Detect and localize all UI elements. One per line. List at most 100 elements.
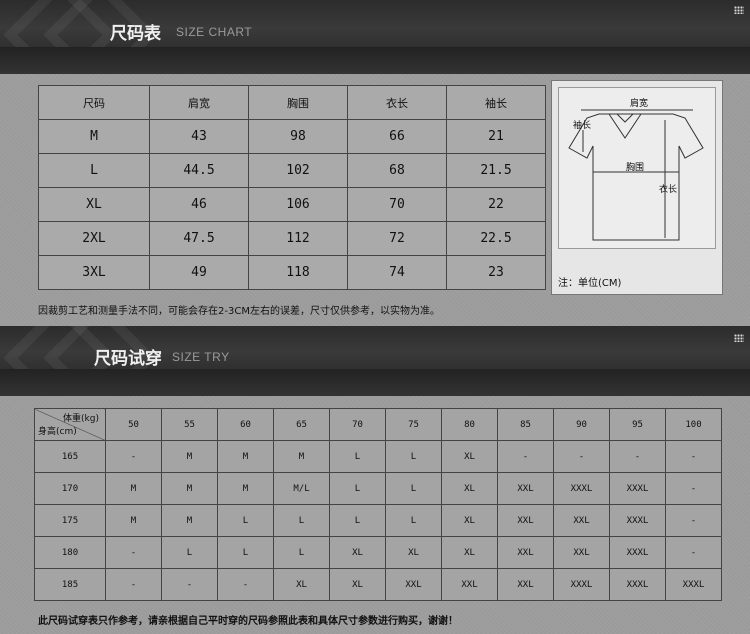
table-cell: 112 (248, 221, 348, 256)
table-cell: M (38, 119, 150, 154)
size-cell: XXL (497, 504, 554, 537)
dots-icon (734, 6, 744, 14)
measurement-note: 因裁剪工艺和测量手法不同，可能会存在2-3CM左右的误差，尺寸仅供参考，以实物为… (38, 306, 440, 317)
size-cell: XXXL (665, 568, 722, 601)
size-cell: L (217, 504, 274, 537)
size-cell: M (273, 440, 330, 473)
table-cell: 98 (248, 119, 348, 154)
length-label: 衣长 (659, 183, 677, 195)
size-cell: - (105, 568, 162, 601)
table-cell: 106 (248, 187, 348, 222)
table-cell: 70 (347, 187, 447, 222)
table-cell: L (38, 153, 150, 188)
size-cell: XL (385, 536, 442, 569)
measurement-diagram: 肩宽 袖长 胸围 衣长 注：单位(CM) (551, 80, 723, 295)
header-cell: 肩宽 (149, 85, 249, 120)
weight-label: 体重(kg) (63, 414, 99, 424)
table-row: XL 46 106 70 22 (38, 187, 546, 222)
weight-header-cell: 95 (609, 408, 666, 441)
size-cell: - (665, 440, 722, 473)
banner-underline (0, 47, 750, 74)
table-row: 180 - L L L XL XL XL XXL XXL XXXL - (34, 536, 722, 569)
weight-header-cell: 85 (497, 408, 554, 441)
table-cell: 66 (347, 119, 447, 154)
header-cell: 袖长 (446, 85, 546, 120)
size-chart-banner: 尺码表 SIZE CHART (0, 0, 750, 47)
weight-header-cell: 90 (553, 408, 610, 441)
size-cell: XXL (553, 504, 610, 537)
table-cell: 44.5 (149, 153, 249, 188)
size-cell: XXXL (609, 568, 666, 601)
size-cell: - (665, 472, 722, 505)
size-cell: XXL (497, 568, 554, 601)
table-row: 185 - - - XL XL XXL XXL XXL XXXL XXXL XX… (34, 568, 722, 601)
size-cell: L (385, 440, 442, 473)
size-chart-table: 尺码 肩宽 胸围 衣长 袖长 M 43 98 66 21 L 44.5 102 … (38, 85, 546, 290)
size-cell: M (217, 472, 274, 505)
table-cell: 21 (446, 119, 546, 154)
weight-header-cell: 80 (441, 408, 498, 441)
table-cell: 43 (149, 119, 249, 154)
table-cell: 68 (347, 153, 447, 188)
height-cell: 185 (34, 568, 106, 601)
table-row: M 43 98 66 21 (38, 119, 546, 154)
table-cell: 22 (446, 187, 546, 222)
size-cell: XXL (553, 536, 610, 569)
size-cell: XXXL (553, 568, 610, 601)
size-cell: - (609, 440, 666, 473)
table-cell: XL (38, 187, 150, 222)
height-label: 身高(cm) (38, 427, 77, 437)
size-cell: - (497, 440, 554, 473)
size-cell: L (329, 504, 386, 537)
table-cell: 74 (347, 255, 447, 290)
size-cell: XXL (441, 568, 498, 601)
table-cell: 49 (149, 255, 249, 290)
size-cell: XL (273, 568, 330, 601)
size-cell: XXL (385, 568, 442, 601)
size-try-banner: 尺码试穿 SIZE TRY (0, 326, 750, 369)
table-row: 2XL 47.5 112 72 22.5 (38, 221, 546, 256)
shirt-diagram-icon: 肩宽 袖长 胸围 衣长 (568, 97, 704, 241)
diagram-frame: 肩宽 袖长 胸围 衣长 (558, 87, 716, 249)
size-cell: XL (329, 536, 386, 569)
table-cell: 72 (347, 221, 447, 256)
header-cell: 胸围 (248, 85, 348, 120)
dots-icon (734, 334, 744, 342)
size-cell: M (105, 504, 162, 537)
size-cell: XXL (497, 472, 554, 505)
header-cell: 尺码 (38, 85, 150, 120)
size-cell: XXXL (609, 536, 666, 569)
size-cell: - (105, 536, 162, 569)
size-cell: M (105, 472, 162, 505)
size-cell: M (161, 472, 218, 505)
table-cell: 46 (149, 187, 249, 222)
table-row: 3XL 49 118 74 23 (38, 255, 546, 290)
size-cell: M (161, 440, 218, 473)
banner-underline (0, 369, 750, 396)
weight-header-cell: 55 (161, 408, 218, 441)
shoulder-label: 肩宽 (630, 97, 648, 109)
weight-header-cell: 70 (329, 408, 386, 441)
weight-header-cell: 50 (105, 408, 162, 441)
size-cell: - (217, 568, 274, 601)
table-cell: 118 (248, 255, 348, 290)
size-try-note: 此尺码试穿表只作参考，请亲根据自己平时穿的尺码参照此表和具体尺寸参数进行购买，谢… (38, 616, 458, 627)
size-cell: XL (441, 504, 498, 537)
section-title: 尺码试穿 (94, 349, 162, 369)
height-cell: 165 (34, 440, 106, 473)
size-cell: XL (441, 440, 498, 473)
section-title: 尺码表 (110, 24, 161, 44)
size-cell: L (217, 536, 274, 569)
weight-header-cell: 60 (217, 408, 274, 441)
table-cell: 21.5 (446, 153, 546, 188)
height-cell: 180 (34, 536, 106, 569)
size-cell: L (385, 472, 442, 505)
section-subtitle: SIZE CHART (176, 25, 253, 39)
table-cell: 22.5 (446, 221, 546, 256)
size-cell: L (161, 536, 218, 569)
height-cell: 175 (34, 504, 106, 537)
chest-label: 胸围 (626, 161, 644, 173)
unit-note: 注：单位(CM) (558, 278, 622, 289)
table-cell: 3XL (38, 255, 150, 290)
size-cell: XXXL (609, 472, 666, 505)
